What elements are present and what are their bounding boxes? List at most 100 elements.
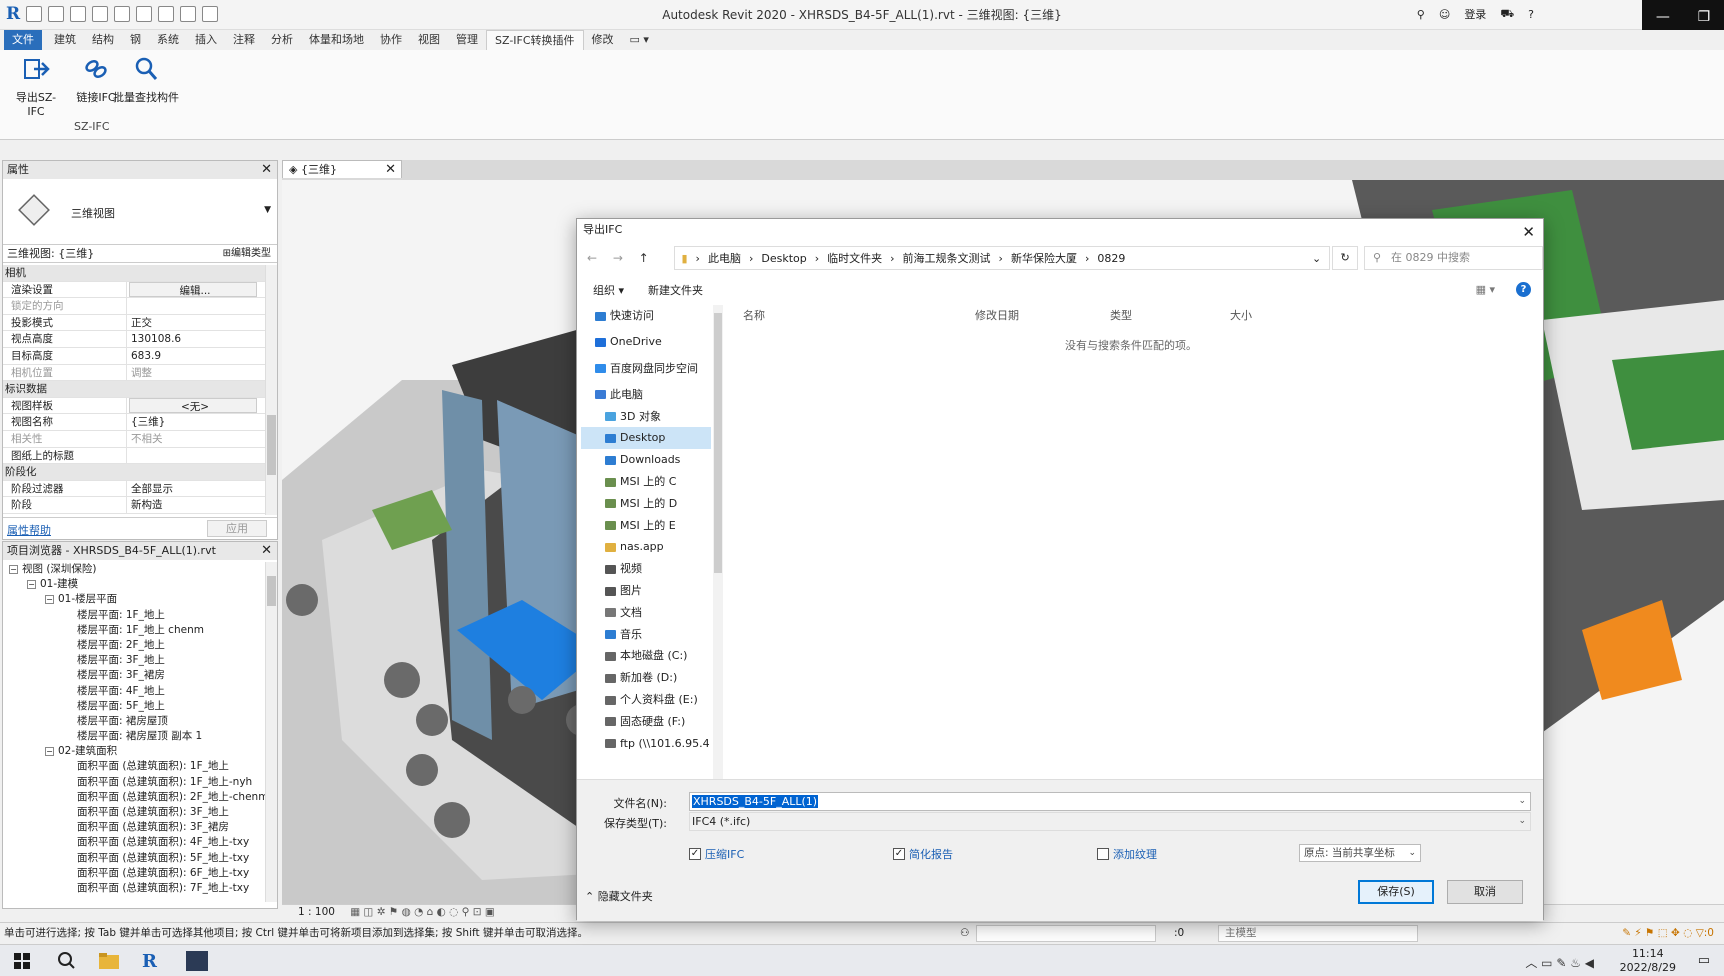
navigation-scrollbar[interactable] xyxy=(713,305,723,779)
nav-item[interactable]: MSI 上的 D xyxy=(581,493,711,515)
status-tools-icons[interactable]: ✎ ⚡ ⚑ ⬚ ✥ ◌ ▽:0 xyxy=(1622,923,1714,944)
chevron-right-icon[interactable]: › xyxy=(696,252,700,265)
chevron-right-icon[interactable]: › xyxy=(1085,252,1089,265)
minimize-icon[interactable]: — xyxy=(1656,9,1670,25)
close-icon[interactable]: ✕ xyxy=(261,161,272,179)
refresh-icon[interactable]: ↻ xyxy=(1332,246,1359,270)
binoculars-icon[interactable]: ⚲ xyxy=(1417,8,1425,21)
chevron-right-icon[interactable]: › xyxy=(749,252,753,265)
property-value[interactable]: 683.9 xyxy=(127,348,265,364)
nav-item[interactable]: 视频 xyxy=(581,558,711,580)
tree-item[interactable]: 面积平面 (总建筑面积): 3F_裙房 xyxy=(3,820,265,835)
nav-item[interactable]: 固态硬盘 (F:) xyxy=(581,711,711,733)
column-date[interactable]: 修改日期 xyxy=(975,305,1110,327)
save-button[interactable]: 保存(S) xyxy=(1358,880,1434,904)
tab-11[interactable]: 管理 xyxy=(448,30,486,50)
instance-selector[interactable]: 三维视图: {三维} ⊞编辑类型 xyxy=(3,245,277,263)
nav-item[interactable]: nas.app xyxy=(581,536,711,558)
property-category[interactable]: 相机 xyxy=(3,265,265,282)
nav-item[interactable]: 百度网盘同步空间 xyxy=(581,358,711,380)
property-value[interactable]: 新构造 xyxy=(127,497,265,513)
search-input[interactable]: ⚲ 在 0829 中搜索 xyxy=(1364,246,1544,270)
app-taskbar-icon[interactable] xyxy=(186,951,208,971)
tab-9[interactable]: 协作 xyxy=(372,30,410,50)
browser-scrollbar[interactable] xyxy=(265,562,277,902)
collapse-icon[interactable]: − xyxy=(45,594,54,604)
breadcrumb-item[interactable]: 此电脑 xyxy=(708,250,741,266)
hide-folders-toggle[interactable]: ⌃ 隐藏文件夹 xyxy=(585,888,653,904)
tray-icons[interactable]: ︿ ▭ ✎ ♨ ◀ xyxy=(1525,954,1594,971)
nav-item[interactable]: 快速访问 xyxy=(581,305,711,327)
cancel-button[interactable]: 取消 xyxy=(1447,880,1523,904)
nav-item[interactable]: Desktop xyxy=(581,427,711,450)
tab-8[interactable]: 体量和场地 xyxy=(301,30,372,50)
tree-item[interactable]: 面积平面 (总建筑面积): 5F_地上-txy xyxy=(3,851,265,866)
cart-icon[interactable]: ⛟ xyxy=(1500,7,1514,22)
property-value[interactable]: 调整 xyxy=(127,365,265,381)
property-category[interactable]: 标识数据 xyxy=(3,381,265,398)
file-explorer-icon[interactable] xyxy=(98,951,120,971)
type-selector[interactable]: 三维视图 ▼ xyxy=(3,179,277,245)
tree-item[interactable]: 楼层平面: 4F_地上 xyxy=(3,684,265,699)
scroll-thumb[interactable] xyxy=(267,576,276,606)
tree-item[interactable]: −01-建模 xyxy=(3,577,265,592)
tree-item[interactable]: 面积平面 (总建筑面积): 1F_地上-nyh xyxy=(3,775,265,790)
tree-item[interactable]: 面积平面 (总建筑面积): 6F_地上-txy xyxy=(3,866,265,881)
windows-start-icon[interactable] xyxy=(14,953,30,969)
property-category[interactable]: 阶段化 xyxy=(3,464,265,481)
simplified-report-checkbox[interactable]: ✓ 简化报告 xyxy=(893,846,953,862)
property-value[interactable]: 不相关 xyxy=(127,431,265,447)
tree-item[interactable]: −02-建筑面积 xyxy=(3,744,265,759)
search-icon[interactable] xyxy=(56,951,78,971)
organize-menu[interactable]: 组织 ▾ xyxy=(593,282,624,298)
chevron-down-icon[interactable]: ⌄ xyxy=(1518,793,1526,810)
tree-item[interactable]: 面积平面 (总建筑面积): 2F_地上-chenm xyxy=(3,790,268,805)
apply-button[interactable]: 应用 xyxy=(207,520,267,537)
tab-4[interactable]: 系统 xyxy=(149,30,187,50)
nav-item[interactable]: 个人资料盘 (E:) xyxy=(581,689,711,711)
collapse-icon[interactable]: − xyxy=(27,579,36,589)
checkbox-box[interactable]: ✓ xyxy=(893,848,905,860)
view-scale[interactable]: 1 : 100 xyxy=(298,906,335,918)
chevron-right-icon[interactable]: › xyxy=(999,252,1003,265)
column-name[interactable]: 名称 xyxy=(727,305,975,327)
ribbon-options-icon[interactable]: ▭ ▾ xyxy=(622,30,657,50)
tree-item[interactable]: 楼层平面: 1F_地上 xyxy=(3,608,265,623)
nav-item[interactable]: 新加卷 (D:) xyxy=(581,667,711,689)
chevron-right-icon[interactable]: › xyxy=(815,252,819,265)
tree-item[interactable]: 楼层平面: 1F_地上 chenm xyxy=(3,623,265,638)
checkbox-box[interactable] xyxy=(1097,848,1109,860)
tree-item[interactable]: 面积平面 (总建筑面积): 7F_地上-txy xyxy=(3,881,265,896)
property-value[interactable] xyxy=(127,448,265,464)
tree-item[interactable]: 面积平面 (总建筑面积): 4F_地上-txy xyxy=(3,835,265,850)
property-value[interactable]: 正交 xyxy=(127,315,265,331)
new-folder-button[interactable]: 新建文件夹 xyxy=(648,282,703,298)
forward-arrow-icon[interactable]: → xyxy=(613,251,639,265)
nav-item[interactable]: MSI 上的 C xyxy=(581,471,711,493)
tree-item[interactable]: 楼层平面: 2F_地上 xyxy=(3,638,265,653)
property-value[interactable] xyxy=(127,298,265,314)
nav-item[interactable]: 文档 xyxy=(581,602,711,624)
tab-5[interactable]: 插入 xyxy=(187,30,225,50)
property-value[interactable]: {三维} xyxy=(127,414,265,430)
nav-item[interactable]: OneDrive xyxy=(581,331,711,353)
back-arrow-icon[interactable]: ← xyxy=(587,251,613,265)
help-icon[interactable]: ? xyxy=(1528,8,1534,21)
nav-item[interactable]: Downloads xyxy=(581,449,711,471)
export-sz-ifc-button[interactable]: 导出SZ-IFC xyxy=(8,56,64,118)
tree-item[interactable]: −01-楼层平面 xyxy=(3,592,265,607)
breadcrumb-item[interactable]: 临时文件夹 xyxy=(827,250,882,266)
active-workset-field[interactable] xyxy=(976,925,1156,942)
breadcrumb[interactable]: ▮ › 此电脑 › Desktop › 临时文件夹 › 前海工规条文测试 › 新华保险大厦 › 0829… xyxy=(674,246,1331,270)
close-icon[interactable]: ✕ xyxy=(1522,221,1535,243)
tree-item[interactable]: 楼层平面: 裙房屋顶 xyxy=(3,714,265,729)
add-texture-checkbox[interactable]: 添加纹理 xyxy=(1097,846,1157,862)
chevron-right-icon[interactable]: › xyxy=(890,252,894,265)
tree-item[interactable]: 楼层平面: 3F_裙房 xyxy=(3,668,265,683)
tree-item[interactable]: 面积平面 (总建筑面积): 3F_地上 xyxy=(3,805,265,820)
tree-item[interactable]: 楼层平面: 3F_地上 xyxy=(3,653,265,668)
breadcrumb-item[interactable]: 前海工规条文测试 xyxy=(903,250,991,266)
nav-item[interactable]: 此电脑 xyxy=(581,384,711,406)
breadcrumb-item[interactable]: 0829 xyxy=(1097,252,1125,265)
column-type[interactable]: 类型 xyxy=(1110,305,1230,327)
